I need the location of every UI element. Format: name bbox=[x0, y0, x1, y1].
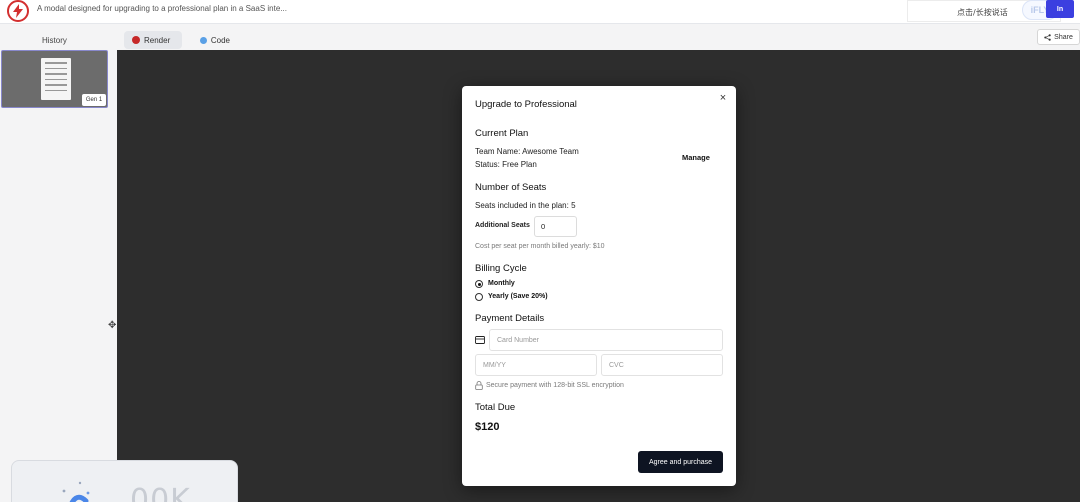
billing-cycle-heading: Billing Cycle bbox=[475, 263, 527, 274]
seats-included-text: Seats included in the plan: 5 bbox=[475, 201, 576, 210]
code-icon bbox=[200, 36, 207, 44]
lock-icon bbox=[475, 381, 483, 390]
generation-badge: Gen 1 bbox=[82, 94, 106, 106]
manage-button[interactable]: Manage bbox=[682, 153, 710, 162]
payment-details-heading: Payment Details bbox=[475, 313, 545, 324]
close-icon[interactable]: × bbox=[718, 93, 728, 104]
share-button[interactable]: Share bbox=[1037, 29, 1080, 45]
radio-yearly-label[interactable]: Yearly (Save 20%) bbox=[488, 293, 548, 300]
voice-input-label[interactable]: 点击/长按说话 bbox=[957, 7, 1008, 18]
tab-render-label: Render bbox=[144, 35, 171, 45]
thumbnail-preview bbox=[41, 58, 71, 100]
widget-text: 00K bbox=[130, 483, 191, 502]
app-logo-icon[interactable] bbox=[7, 0, 29, 22]
card-number-input[interactable]: Card Number bbox=[489, 329, 723, 351]
tab-render[interactable]: Render bbox=[124, 31, 182, 49]
plan-status-text: Status: Free Plan bbox=[475, 160, 537, 169]
credit-card-icon bbox=[475, 336, 485, 344]
widget-logo-icon bbox=[62, 481, 90, 502]
secure-payment-note: Secure payment with 128-bit SSL encrypti… bbox=[486, 382, 624, 389]
share-label: Share bbox=[1054, 33, 1073, 41]
radio-monthly[interactable] bbox=[475, 280, 483, 288]
cvc-input[interactable]: CVC bbox=[601, 354, 723, 376]
current-plan-heading: Current Plan bbox=[475, 128, 529, 139]
sign-in-button[interactable]: In bbox=[1046, 0, 1074, 18]
radio-yearly[interactable] bbox=[475, 293, 483, 301]
render-icon bbox=[132, 36, 140, 44]
agree-purchase-button[interactable]: Agree and purchase bbox=[638, 451, 723, 473]
seats-heading: Number of Seats bbox=[475, 182, 547, 193]
history-label: History bbox=[42, 36, 67, 45]
view-tabs: History Render Code bbox=[0, 30, 1080, 50]
radio-monthly-label[interactable]: Monthly bbox=[488, 280, 515, 287]
resize-handle-icon[interactable]: ✥ bbox=[108, 320, 116, 331]
additional-seats-input[interactable]: 0 bbox=[534, 216, 577, 237]
upgrade-modal: Upgrade to Professional × Current Plan T… bbox=[462, 86, 736, 486]
total-due-heading: Total Due bbox=[475, 402, 516, 413]
top-bar: A modal designed for upgrading to a prof… bbox=[0, 0, 1080, 24]
total-amount: $120 bbox=[475, 421, 500, 433]
history-thumbnail[interactable]: Gen 1 bbox=[1, 50, 108, 108]
prompt-title: A modal designed for upgrading to a prof… bbox=[37, 4, 287, 13]
history-sidebar: Gen 1 ✥ bbox=[0, 50, 117, 502]
modal-title: Upgrade to Professional bbox=[475, 99, 577, 110]
expiry-input[interactable]: MM/YY bbox=[475, 354, 597, 376]
additional-seats-label: Additional Seats bbox=[475, 222, 530, 229]
floating-widget[interactable]: 00K bbox=[11, 460, 238, 502]
share-icon bbox=[1044, 33, 1051, 41]
tab-code[interactable]: Code bbox=[192, 31, 238, 49]
tab-code-label: Code bbox=[210, 35, 230, 45]
seat-cost-note: Cost per seat per month billed yearly: $… bbox=[475, 243, 605, 250]
team-name-text: Team Name: Awesome Team bbox=[475, 147, 579, 156]
